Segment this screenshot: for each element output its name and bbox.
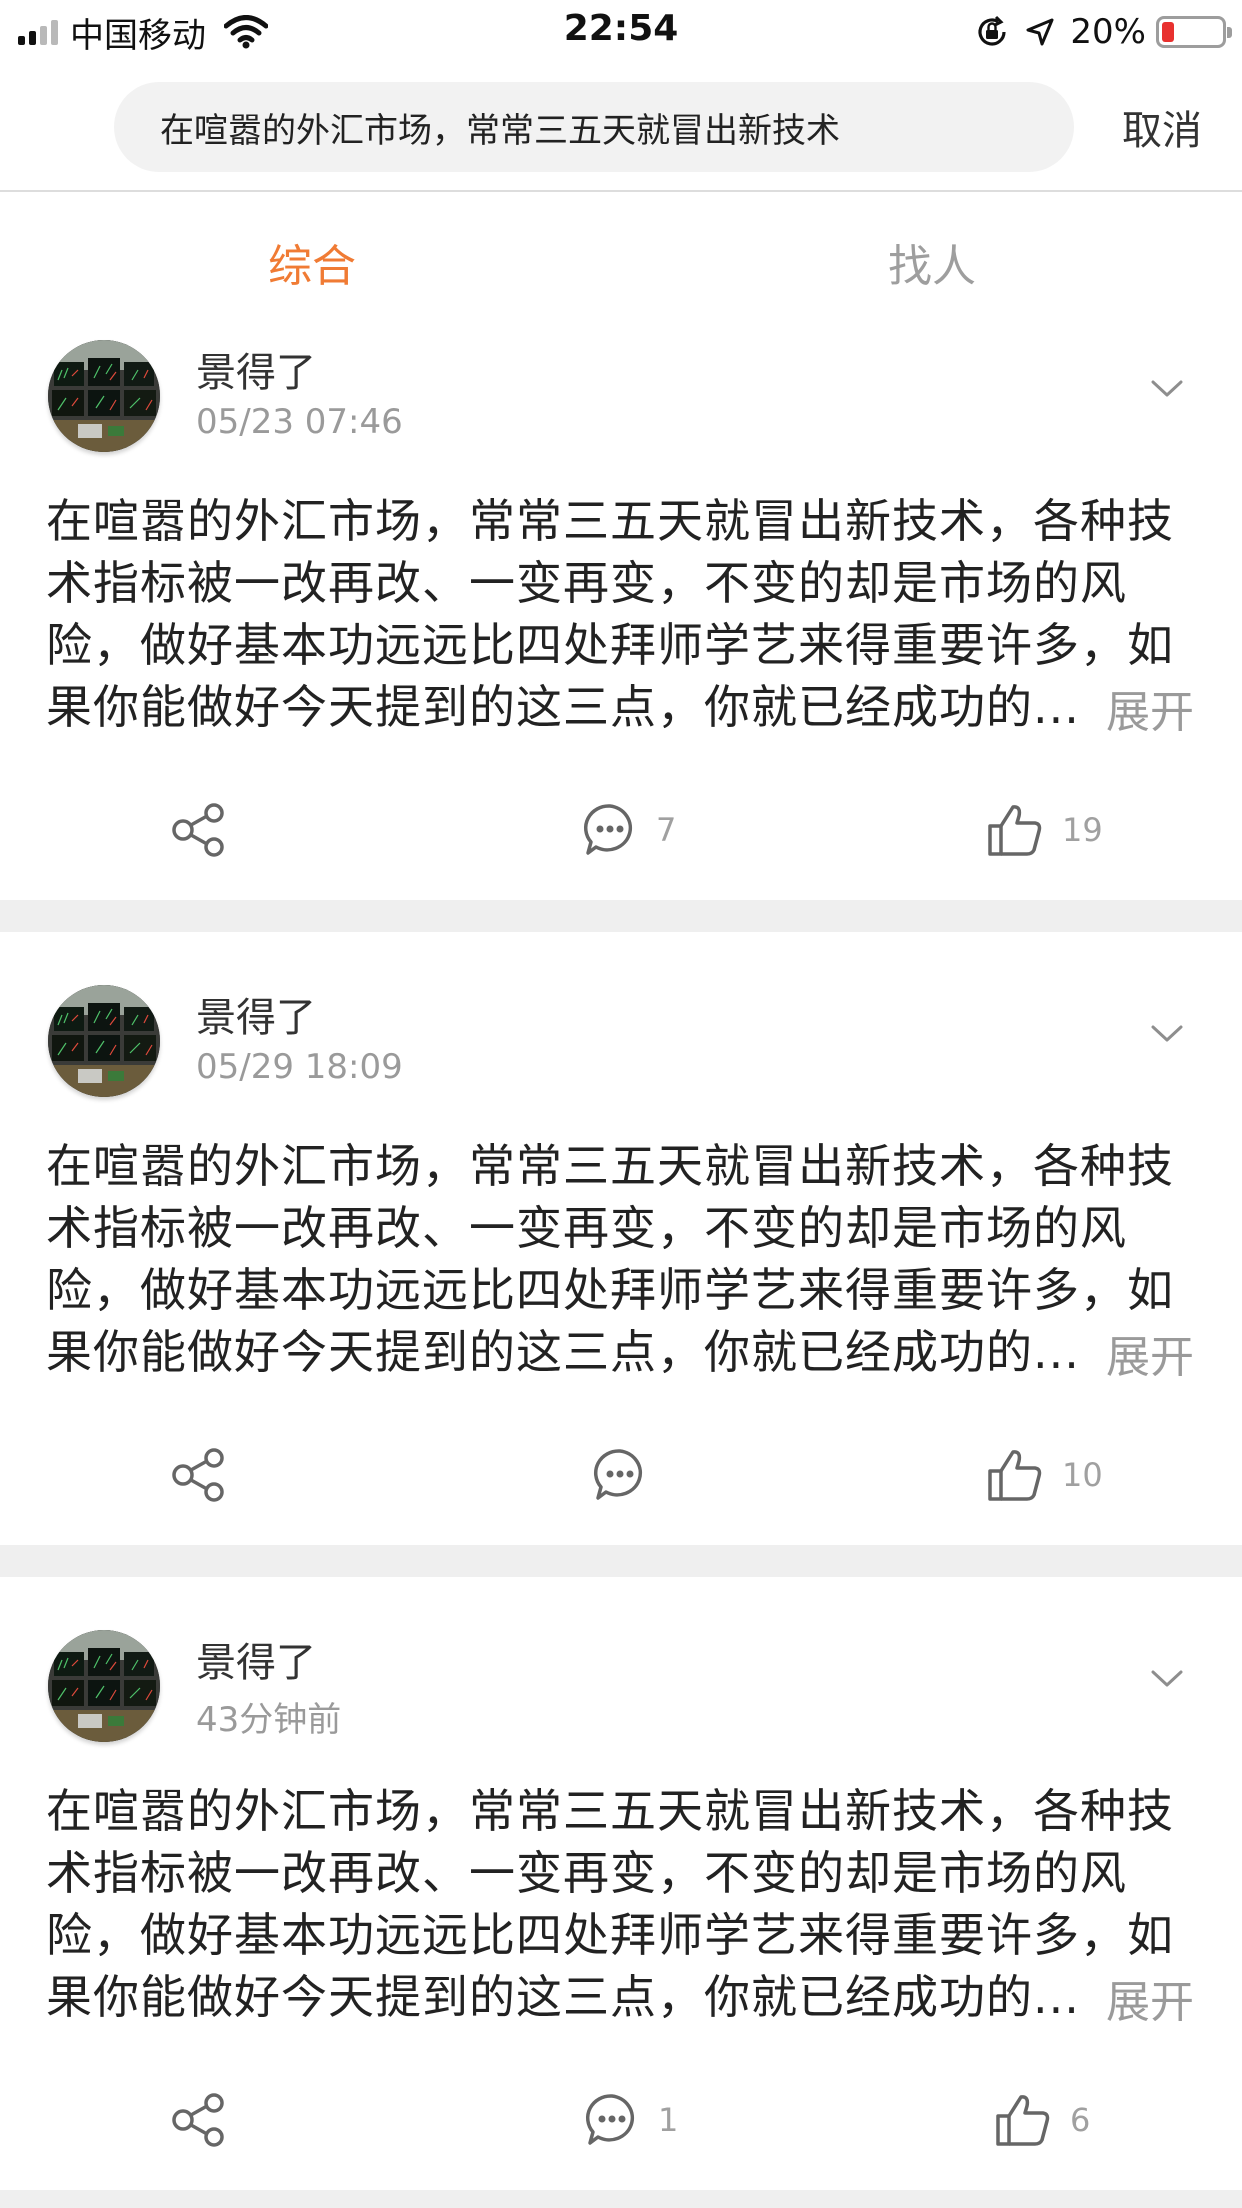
post-text-line: 险，做好基本功远远比四处拜师学艺来得重要许多，如	[46, 1263, 1174, 1317]
post-time: 05/29 18:09	[196, 1047, 403, 1087]
thumbs-up-icon	[988, 1450, 1042, 1501]
post-text-line: 在喧嚣的外汇市场，常常三五天就冒出新技术，各种技	[46, 1139, 1174, 1193]
share-button[interactable]	[170, 2090, 228, 2150]
share-icon	[172, 2093, 224, 2147]
post-text-line: 果你能做好今天提到的这三点，你就已经成功的...	[46, 1970, 1080, 2024]
like-button[interactable]: 10	[986, 1445, 1103, 1505]
tab-find-people[interactable]: 找人	[888, 230, 976, 294]
comment-count: 7	[656, 811, 677, 849]
comment-count: 1	[658, 2101, 679, 2139]
expand-link[interactable]: 展开	[1106, 1966, 1194, 2030]
avatar[interactable]	[48, 1630, 160, 1742]
post-text-line: 术指标被一改再改、一变再变，不变的却是市场的风	[46, 1201, 1127, 1255]
like-count: 6	[1070, 2101, 1091, 2139]
avatar[interactable]	[48, 340, 160, 452]
comment-button[interactable]: 1	[584, 2090, 678, 2150]
like-button[interactable]: 19	[986, 800, 1103, 860]
expand-link[interactable]: 展开	[1106, 1321, 1194, 1385]
search-header: 在喧嚣的外汇市场，常常三五天就冒出新技术 取消	[0, 64, 1242, 192]
post-card: 景得了 43分钟前 在喧嚣的外汇市场，常常三五天就冒出新技术，各种技 术指标被一…	[0, 1620, 1242, 2190]
post-text-line: 险，做好基本功远远比四处拜师学艺来得重要许多，如	[46, 1908, 1174, 1962]
author-name[interactable]: 景得了	[196, 985, 316, 1043]
comment-button[interactable]: 7	[582, 800, 676, 860]
chevron-down-icon[interactable]	[1150, 1023, 1184, 1045]
post-text-line: 果你能做好今天提到的这三点，你就已经成功的...	[46, 680, 1080, 734]
chevron-down-icon[interactable]	[1150, 378, 1184, 400]
post-separator	[0, 2190, 1242, 2208]
post-content[interactable]: 在喧嚣的外汇市场，常常三五天就冒出新技术，各种技 术指标被一改再改、一变再变，不…	[46, 490, 1206, 738]
comment-icon	[593, 1449, 643, 1500]
search-input[interactable]: 在喧嚣的外汇市场，常常三五天就冒出新技术	[114, 82, 1074, 172]
share-icon	[172, 803, 224, 857]
post-text-line: 术指标被一改再改、一变再变，不变的却是市场的风	[46, 556, 1127, 610]
post-card: 景得了 05/29 18:09 在喧嚣的外汇市场，常常三五天就冒出新技术，各种技…	[0, 975, 1242, 1545]
post-text-line: 险，做好基本功远远比四处拜师学艺来得重要许多，如	[46, 618, 1174, 672]
post-time: 43分钟前	[196, 1700, 342, 1740]
avatar-image	[48, 340, 160, 452]
cancel-button[interactable]: 取消	[1122, 82, 1202, 172]
author-name[interactable]: 景得了	[196, 340, 316, 398]
share-button[interactable]	[170, 800, 228, 860]
like-count: 19	[1062, 811, 1103, 849]
post-card: 景得了 05/23 07:46 在喧嚣的外汇市场，常常三五天就冒出新技术，各种技…	[0, 330, 1242, 900]
rotation-lock-icon	[978, 15, 1007, 46]
chevron-down-icon[interactable]	[1150, 1668, 1184, 1690]
thumbs-up-icon	[996, 2095, 1050, 2146]
post-content[interactable]: 在喧嚣的外汇市场，常常三五天就冒出新技术，各种技 术指标被一改再改、一变再变，不…	[46, 1780, 1206, 2028]
post-text-line: 术指标被一改再改、一变再变，不变的却是市场的风	[46, 1846, 1127, 1900]
battery-level	[1162, 22, 1174, 42]
post-text-line: 在喧嚣的外汇市场，常常三五天就冒出新技术，各种技	[46, 494, 1174, 548]
post-text-line: 果你能做好今天提到的这三点，你就已经成功的...	[46, 1325, 1080, 1379]
post-content[interactable]: 在喧嚣的外汇市场，常常三五天就冒出新技术，各种技 术指标被一改再改、一变再变，不…	[46, 1135, 1206, 1383]
status-right: 20%	[974, 10, 1232, 54]
avatar-image	[48, 1630, 160, 1742]
expand-link[interactable]: 展开	[1106, 676, 1194, 740]
comment-icon	[583, 804, 633, 855]
post-separator	[0, 900, 1242, 932]
battery-percent: 20%	[1070, 12, 1146, 52]
comment-button[interactable]	[592, 1445, 666, 1505]
location-arrow-icon	[1026, 18, 1054, 46]
like-button[interactable]: 6	[994, 2090, 1090, 2150]
share-icon	[172, 1448, 224, 1502]
avatar-image	[48, 985, 160, 1097]
tab-comprehensive[interactable]: 综合	[268, 230, 356, 294]
battery-icon	[1156, 16, 1232, 48]
like-count: 10	[1062, 1456, 1103, 1494]
post-time: 05/23 07:46	[196, 402, 403, 442]
post-text-line: 在喧嚣的外汇市场，常常三五天就冒出新技术，各种技	[46, 1784, 1174, 1838]
avatar[interactable]	[48, 985, 160, 1097]
thumbs-up-icon	[988, 805, 1042, 856]
post-separator	[0, 1545, 1242, 1577]
author-name[interactable]: 景得了	[196, 1630, 316, 1688]
status-bar: 中国移动 22:54 20%	[0, 0, 1242, 64]
comment-icon	[585, 2094, 635, 2145]
share-button[interactable]	[170, 1445, 228, 1505]
result-tabs: 综合 找人	[0, 192, 1242, 322]
